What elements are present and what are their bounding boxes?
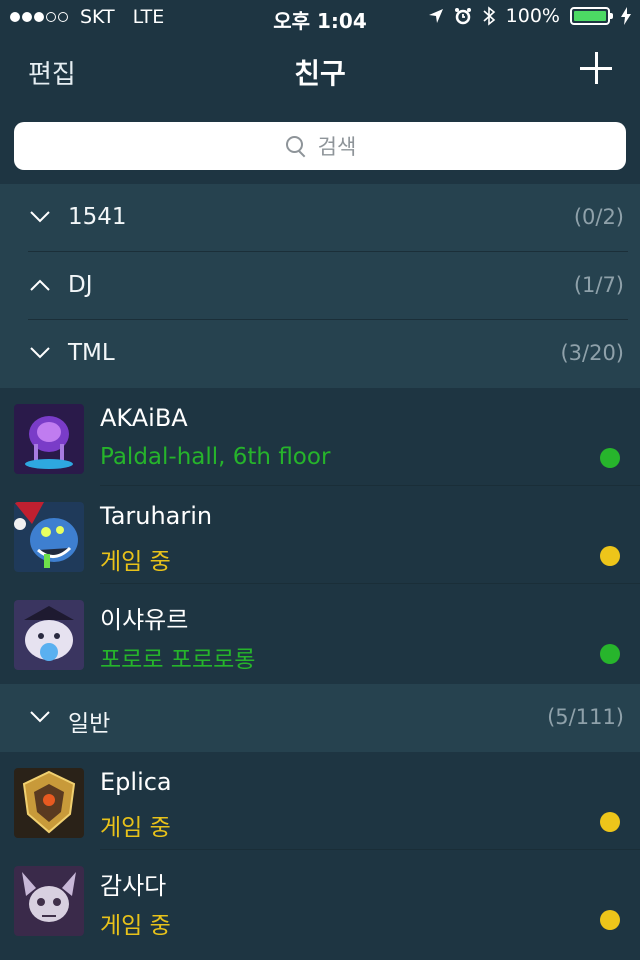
status-right: 100% (428, 5, 632, 27)
friend-status: Paldal-hall, 6th floor (100, 444, 331, 470)
charging-bolt-icon (621, 7, 631, 25)
group-count: (1/7) (573, 273, 624, 297)
friend-row[interactable]: 감사다 게임 중 (0, 850, 640, 960)
group-header-tml[interactable]: TML (3/20) (0, 320, 640, 388)
group-header-1541[interactable]: 1541 (0/2) (0, 184, 640, 252)
group-count: (3/20) (560, 341, 624, 365)
bluetooth-icon (483, 6, 495, 26)
friend-name: 감사다 (100, 872, 167, 900)
friend-status: 포로로 포로로롱 (100, 647, 256, 673)
skull-icon (14, 866, 84, 936)
group-header-dj[interactable]: DJ (1/7) (0, 252, 640, 320)
search-icon (284, 134, 308, 158)
golden-shield-icon (14, 768, 84, 838)
group-count: (0/2) (573, 205, 624, 229)
chevron-down-icon (30, 211, 50, 223)
search-placeholder: 검색 (317, 135, 357, 159)
friend-row[interactable]: Taruharin 게임 중 (0, 486, 640, 584)
chevron-up-icon (30, 279, 50, 291)
location-arrow-icon (428, 9, 443, 23)
friend-name: 이샤유르 (100, 606, 189, 634)
online-status-dot (600, 448, 620, 468)
friend-name: AKAiBA (100, 404, 188, 432)
friend-status: 게임 중 (100, 913, 171, 939)
group-list: 1541 (0/2) DJ (1/7) TML (3/20) (0, 184, 640, 388)
navigation-bar: 편집 친구 (0, 34, 640, 110)
friend-row[interactable]: 이샤유르 포로로 포로로롱 (0, 584, 640, 682)
page-title: 친구 (294, 57, 346, 90)
battery-icon (570, 7, 613, 25)
battery-percent: 100% (505, 5, 560, 27)
alarm-icon (454, 8, 471, 25)
search-bar: 검색 (0, 110, 640, 184)
group-name: 일반 (68, 711, 111, 737)
poro-icon (14, 600, 84, 670)
group-header-general[interactable]: 일반 (5/111) (0, 684, 640, 752)
in-game-status-dot (600, 910, 620, 930)
blue-monster-icon (14, 502, 84, 572)
chevron-down-icon (30, 347, 50, 359)
in-game-status-dot (600, 546, 620, 566)
group-name: TML (68, 340, 115, 366)
group-name: 1541 (68, 204, 127, 230)
friend-status: 게임 중 (100, 549, 171, 575)
online-status-dot (600, 644, 620, 664)
in-game-status-dot (600, 812, 620, 832)
purple-jellyfish-icon (14, 404, 84, 474)
status-bar: SKT LTE 오후 1:04 100% (0, 0, 640, 34)
add-friend-icon[interactable] (576, 48, 616, 88)
chevron-down-icon (30, 711, 50, 723)
friend-status: 게임 중 (100, 815, 171, 841)
group-name: DJ (68, 272, 93, 298)
group-list: 일반 (5/111) (0, 684, 640, 752)
friend-name: Eplica (100, 768, 172, 796)
friend-name: Taruharin (100, 502, 213, 530)
friend-row[interactable]: AKAiBA Paldal-hall, 6th floor (0, 388, 640, 486)
friend-row[interactable]: Eplica 게임 중 (0, 752, 640, 850)
search-input[interactable]: 검색 (14, 122, 626, 170)
group-count: (5/111) (547, 705, 624, 729)
